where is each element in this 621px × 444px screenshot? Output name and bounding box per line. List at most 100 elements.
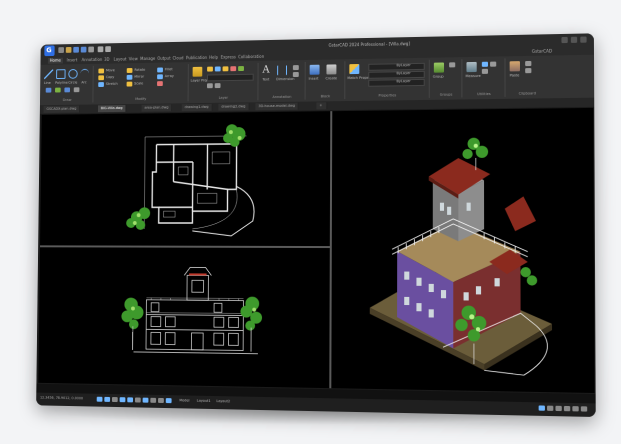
draw-polyline-label[interactable]: Polyline — [55, 81, 68, 85]
modify-fillet-label[interactable]: Fillet — [165, 67, 173, 71]
mirror-icon[interactable] — [126, 74, 133, 80]
annotation-dimension-label[interactable]: Dimension — [276, 77, 294, 81]
lock-ui-icon[interactable] — [555, 405, 562, 412]
tab-insert[interactable]: Insert — [65, 57, 80, 63]
layer-match-icon[interactable] — [214, 83, 221, 89]
fullscreen-icon[interactable] — [572, 406, 579, 412]
arc-icon[interactable] — [80, 68, 90, 78]
doc-tab-4[interactable]: drawing1.dwg — [181, 103, 213, 112]
polyline-icon[interactable] — [56, 69, 66, 80]
layer-isolate-icon[interactable] — [238, 66, 244, 72]
layer-freeze-icon[interactable] — [214, 66, 221, 72]
draw-line-label[interactable]: Line — [44, 81, 51, 85]
circle-icon[interactable] — [68, 68, 78, 79]
rotate-icon[interactable] — [126, 68, 133, 73]
tab-home[interactable]: Home — [47, 57, 63, 64]
insert-block-icon[interactable] — [309, 64, 320, 75]
clipboard-paste-label[interactable]: Paste — [510, 73, 520, 77]
grid-icon[interactable] — [96, 396, 103, 402]
annotation-scale-icon[interactable] — [538, 405, 545, 411]
rectangle-icon[interactable] — [45, 87, 52, 93]
undo-icon[interactable] — [97, 46, 104, 53]
print-icon[interactable] — [88, 46, 94, 53]
doc-tab-5[interactable]: drawing2.dwg — [218, 103, 250, 111]
text-icon[interactable]: A — [262, 65, 272, 76]
draw-arc-label[interactable]: Arc — [81, 80, 86, 84]
maximize-icon[interactable] — [570, 36, 578, 43]
doc-tab-2[interactable]: BIG-Villa.dwg — [97, 105, 127, 113]
leader-icon[interactable] — [292, 65, 299, 71]
ortho-icon[interactable] — [111, 397, 118, 403]
lineweight-icon[interactable] — [150, 397, 157, 403]
modify-scale-label[interactable]: Scale — [134, 81, 143, 85]
minimize-icon[interactable] — [561, 36, 568, 44]
modify-rotate-label[interactable]: Rotate — [134, 68, 145, 72]
paste-icon[interactable] — [509, 61, 520, 72]
otrack-icon[interactable] — [134, 397, 141, 403]
modify-mirror-label[interactable]: Mirror — [134, 75, 144, 79]
redo-icon[interactable] — [105, 46, 111, 53]
isolate-objects-icon[interactable] — [563, 405, 571, 412]
selection-cycling-icon[interactable] — [165, 398, 172, 404]
new-tab-icon[interactable]: + — [316, 102, 328, 110]
draw-circle-label[interactable]: Circle — [68, 81, 77, 85]
hatch-icon[interactable] — [55, 87, 61, 93]
transparency-icon[interactable] — [158, 397, 164, 404]
line-icon[interactable] — [44, 69, 54, 80]
copy-clip-icon[interactable] — [525, 68, 532, 74]
match-properties-icon[interactable] — [349, 63, 360, 75]
layer-dropdown[interactable] — [207, 73, 254, 82]
save-as-icon[interactable] — [80, 46, 87, 53]
layout-tab-1[interactable]: Layout1 — [197, 399, 211, 403]
app-logo[interactable]: G — [44, 45, 55, 57]
quick-select-icon[interactable] — [481, 68, 489, 74]
tab-3d[interactable]: 3D — [102, 57, 111, 63]
modify-array-label[interactable]: Array — [165, 74, 174, 78]
block-insert-label[interactable]: Insert — [309, 77, 319, 81]
open-icon[interactable] — [65, 46, 72, 53]
layout-tab-2[interactable]: Layout2 — [216, 399, 230, 403]
workspace-icon[interactable] — [547, 405, 554, 411]
layer-properties-icon[interactable] — [192, 66, 203, 77]
utilities-measure-label[interactable]: Measure — [465, 74, 480, 78]
layout-tab-model[interactable]: Model — [179, 398, 189, 402]
tab-express[interactable]: Express — [219, 54, 238, 60]
group-icon[interactable] — [433, 62, 445, 73]
erase-icon[interactable] — [157, 81, 163, 87]
fillet-icon[interactable] — [157, 67, 163, 73]
measure-icon[interactable] — [466, 61, 477, 73]
customize-icon[interactable] — [580, 406, 588, 412]
copy-icon[interactable] — [98, 75, 105, 81]
doc-tab-3[interactable]: area-plan.dwg — [141, 104, 173, 112]
polar-icon[interactable] — [119, 397, 126, 403]
tab-collaboration[interactable]: Collaboration — [236, 54, 266, 60]
dimension-icon[interactable] — [277, 65, 288, 76]
viewport-elevation[interactable] — [38, 247, 330, 389]
move-icon[interactable] — [98, 68, 105, 74]
tab-annotation[interactable]: Annotation — [80, 57, 104, 63]
id-point-icon[interactable] — [490, 61, 497, 67]
dynamic-input-icon[interactable] — [142, 397, 149, 403]
groups-group-label-item[interactable]: Group — [433, 75, 444, 79]
layer-on-icon[interactable] — [207, 66, 213, 72]
annotation-text-label[interactable]: Text — [262, 77, 269, 81]
new-icon[interactable] — [58, 47, 64, 54]
cut-icon[interactable] — [525, 60, 532, 67]
tab-publication[interactable]: Publication — [184, 55, 209, 61]
osnap-icon[interactable] — [127, 397, 134, 403]
layer-lock-icon[interactable] — [222, 66, 229, 72]
create-block-icon[interactable] — [326, 64, 337, 75]
close-icon[interactable] — [580, 36, 587, 43]
table-icon[interactable] — [292, 71, 299, 78]
stretch-icon[interactable] — [98, 82, 104, 88]
layer-color-icon[interactable] — [230, 66, 237, 72]
snap-icon[interactable] — [104, 396, 111, 402]
modify-move-label[interactable]: Move — [106, 68, 115, 72]
user-account[interactable]: GstarCAD — [532, 48, 552, 54]
modify-stretch-label[interactable]: Stretch — [106, 82, 118, 86]
modify-copy-label[interactable]: Copy — [106, 75, 114, 79]
layer-previous-icon[interactable] — [206, 83, 213, 89]
calculator-icon[interactable] — [481, 61, 489, 67]
viewport-3d-model[interactable] — [331, 107, 595, 393]
ungroup-icon[interactable] — [449, 62, 456, 68]
